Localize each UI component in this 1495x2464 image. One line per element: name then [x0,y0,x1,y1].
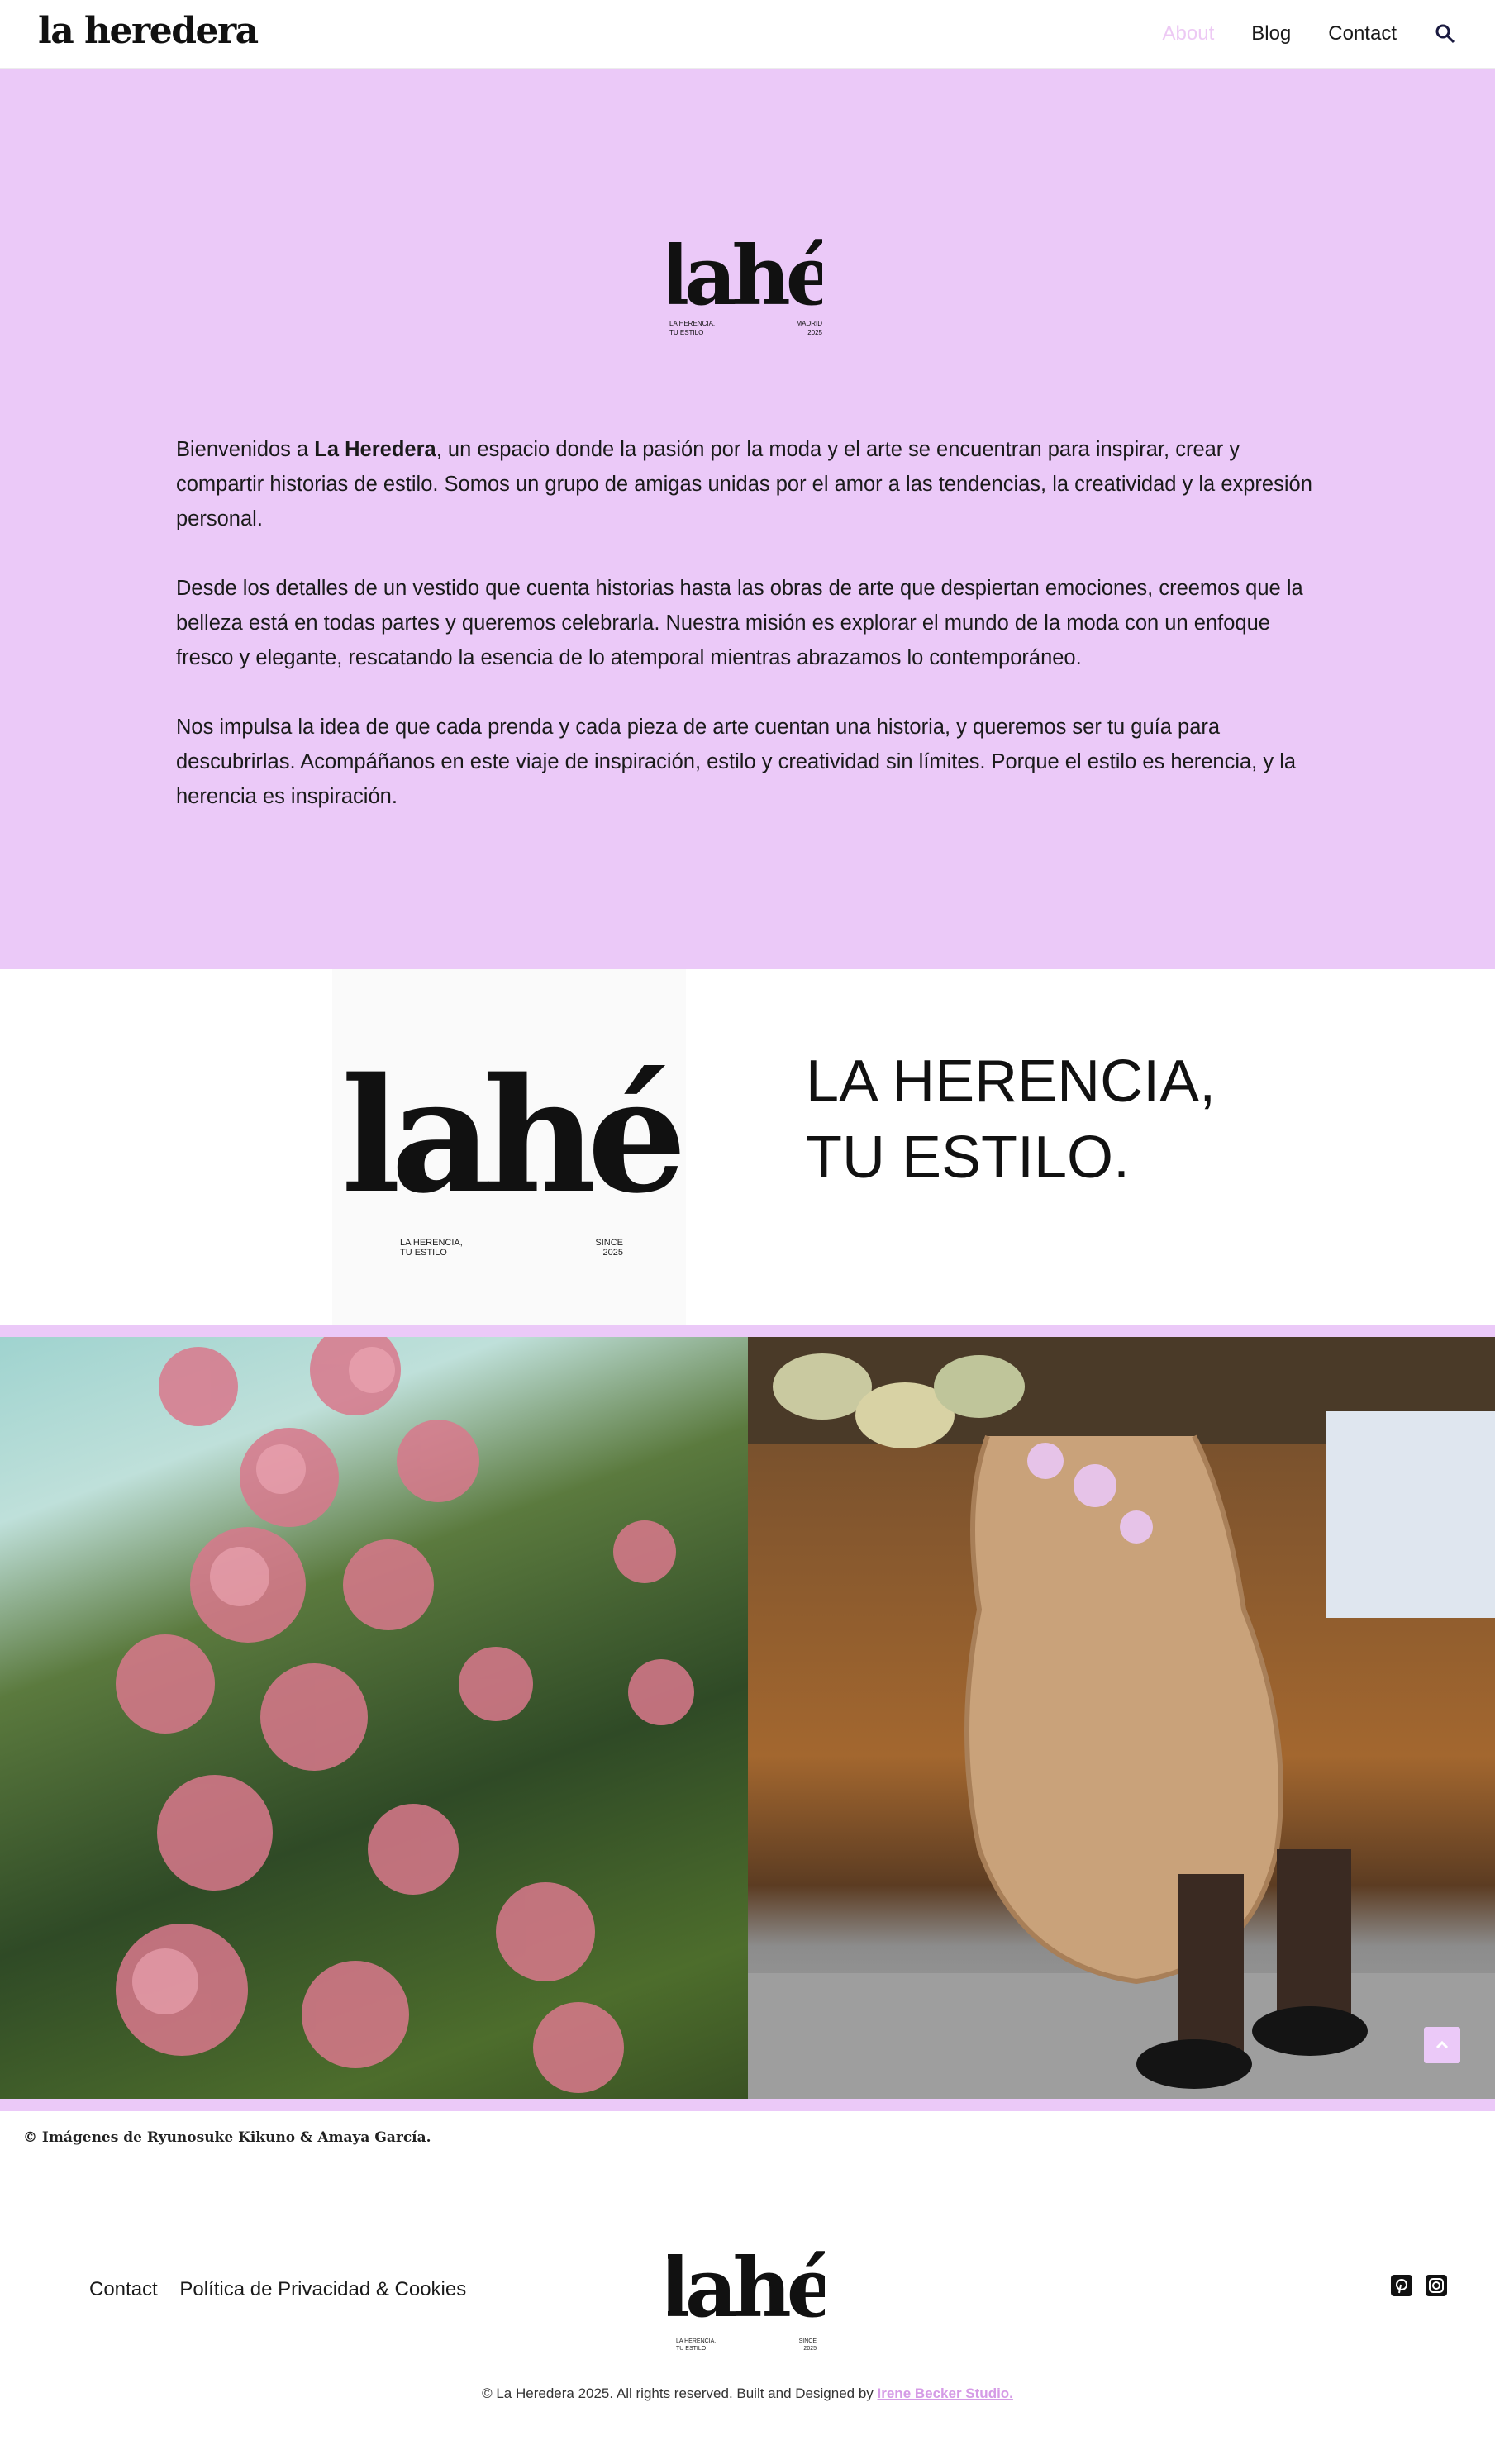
logo-large-small-left-2: TU ESTILO [400,1248,447,1258]
footer-lahe-logo: lahé LA HERENCIA, TU ESTILO SINCE 2025 [659,2235,840,2359]
footer-link-privacy[interactable]: Política de Privacidad & Cookies [179,2278,466,2300]
brand-name-bold: La Heredera [314,438,436,461]
chevron-up-icon [1435,2040,1449,2049]
logo-large-word: lahé [341,1044,680,1228]
logo-word: lahé [669,229,822,324]
nav-contact[interactable]: Contact [1328,22,1397,45]
site-footer: Contact Política de Privacidad & Cookies… [0,2186,1495,2464]
search-icon-svg [1435,24,1455,44]
logo-small-left-2: TU ESTILO [669,329,703,336]
crochet-bag-photo [748,1337,1495,2099]
about-text: Bienvenidos a La Heredera, un espacio do… [176,432,1321,849]
footer-logo-small-left-2: TU ESTILO [676,2346,707,2352]
footer-lahe-logo-svg: lahé LA HERENCIA, TU ESTILO SINCE 2025 [659,2241,840,2352]
pinterest-icon-svg [1396,2279,1407,2294]
instagram-icon-svg [1429,2278,1444,2293]
studio-link[interactable]: Irene Becker Studio. [878,2386,1013,2401]
nav-about[interactable]: About [1163,22,1215,45]
pinterest-icon[interactable] [1391,2275,1412,2296]
image-credit: © Imágenes de Ryunosuke Kikuno & Amaya G… [0,2111,1495,2186]
footer-links: Contact Política de Privacidad & Cookies [89,2278,483,2301]
roses-photo [0,1337,748,2099]
lahe-logo-svg: lahé LA HERENCIA, TU ESTILO MADRID 2025 [659,229,839,336]
nav-blog[interactable]: Blog [1251,22,1291,45]
crochet-bag-photo-svg [748,1337,1495,2099]
herencia-section: lahé LA HERENCIA, TU ESTILO SINCE 2025 L… [0,969,1495,1325]
copyright: © La Heredera 2025. All rights reserved.… [0,2386,1495,2402]
image-gallery [0,1325,1495,2111]
about-paragraph-1: Bienvenidos a La Heredera, un espacio do… [176,438,1312,530]
footer-logo-word: lahé [668,2241,825,2336]
tagline-line-2: TU ESTILO. [806,1125,1131,1191]
tagline: LA HERENCIA, TU ESTILO. [806,1044,1216,1196]
logo-large-small-right-2: 2025 [603,1248,623,1258]
copyright-text: © La Heredera 2025. All rights reserved.… [482,2386,878,2401]
image-credit-text: © Imágenes de Ryunosuke Kikuno & Amaya G… [23,2129,431,2146]
about-paragraph-3: Nos impulsa la idea de que cada prenda y… [176,716,1297,808]
brand-logo[interactable]: la heredera [38,10,259,52]
logo-small-left-1: LA HERENCIA, [669,320,715,327]
logo-large-small-right-1: SINCE [595,1238,623,1248]
footer-logo-small-right-1: SINCE [799,2338,817,2344]
instagram-icon[interactable] [1426,2275,1447,2296]
footer-link-contact[interactable]: Contact [89,2278,158,2300]
main-nav: About Blog Contact [1163,0,1495,68]
logo-large-small-left-1: LA HERENCIA, [400,1238,463,1248]
search-icon[interactable] [1434,22,1457,45]
social-links [1391,2275,1447,2296]
about-paragraph-2: Desde los detalles de un vestido que cue… [176,577,1303,669]
logo-small-right-2: 2025 [807,329,822,336]
footer-logo-small-right-2: 2025 [803,2346,817,2352]
lahe-logo: lahé LA HERENCIA, TU ESTILO MADRID 2025 [659,221,839,345]
logo-small-right-1: MADRID [796,320,822,327]
scroll-to-top-button[interactable] [1424,2027,1460,2063]
roses-photo-svg [116,1337,694,2093]
lahe-logo-large: lahé LA HERENCIA, TU ESTILO SINCE 2025 [332,969,690,1325]
tagline-line-1: LA HERENCIA, [806,1049,1216,1115]
about-section: lahé LA HERENCIA, TU ESTILO MADRID 2025 … [0,69,1495,969]
site-header: la heredera About Blog Contact [0,0,1495,69]
footer-logo-small-left-1: LA HERENCIA, [676,2338,716,2344]
lahe-logo-large-svg: lahé LA HERENCIA, TU ESTILO SINCE 2025 [341,1044,690,1258]
